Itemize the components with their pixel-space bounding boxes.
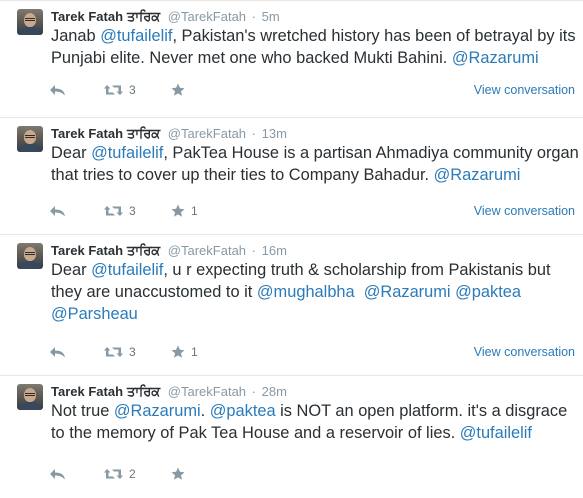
tweet-timestamp[interactable]: 13m	[262, 126, 287, 141]
mention-link[interactable]: @Razarumi	[434, 166, 521, 184]
reply-icon	[50, 469, 65, 480]
mention-link[interactable]: @tufailelif	[91, 261, 163, 279]
tweet-header: Tarek Fatah ਤਾਰਿਕ @TarekFatah · 16m	[51, 243, 287, 259]
retweet-count: 2	[129, 467, 136, 481]
tweet-timestamp[interactable]: 28m	[262, 384, 287, 399]
tweet-text-segment	[521, 283, 526, 301]
avatar[interactable]	[17, 243, 43, 269]
author-fullname[interactable]: Tarek Fatah	[51, 384, 123, 399]
tweet-text-segment	[355, 283, 364, 301]
favorite-button[interactable]	[171, 465, 191, 483]
tweet-timestamp[interactable]: 16m	[262, 243, 287, 258]
mention-link[interactable]: @mughalbha	[257, 283, 355, 301]
star-icon	[171, 83, 185, 96]
tweet-feed: Tarek Fatah ਤਾਰਿਕ @TarekFatah · 5m Janab …	[0, 0, 583, 498]
retweet-icon	[104, 469, 123, 479]
separator-dot: ·	[251, 126, 256, 141]
view-conversation-link[interactable]: View conversation	[474, 343, 575, 361]
tweet-text-segment: .	[200, 402, 210, 420]
reply-icon	[50, 85, 65, 96]
tweet[interactable]: Tarek Fatah ਤਾਰਿਕ @TarekFatah · 16m Dear …	[0, 235, 583, 376]
reply-button[interactable]	[49, 202, 66, 220]
tweet-actions: 3 1 View conversation	[49, 202, 579, 220]
author-username[interactable]: @TarekFatah	[168, 9, 246, 24]
author-fullname[interactable]: Tarek Fatah	[51, 126, 123, 141]
tweet-text: Dear @tufailelif, PakTea House is a part…	[51, 142, 579, 186]
mention-link[interactable]: @Parsheau	[51, 305, 138, 323]
tweet-actions: 3 View conversation	[49, 81, 579, 99]
retweet-button[interactable]: 2	[104, 465, 136, 483]
author-punjabi-name[interactable]: ਤਾਰਿਕ	[127, 384, 160, 399]
tweet-text-segment: Dear	[51, 144, 92, 162]
favorite-count: 1	[191, 345, 198, 359]
tweet-text-segment: Janab	[51, 27, 101, 45]
tweet[interactable]: Tarek Fatah ਤਾਰਿਕ @TarekFatah · 13m Dear …	[0, 118, 583, 235]
retweet-icon	[104, 206, 123, 216]
reply-button[interactable]	[49, 465, 66, 483]
tweet-text-segment: Not true	[51, 402, 114, 420]
retweet-count: 3	[129, 345, 136, 359]
tweet-text: Janab @tufailelif, Pakistan's wretched h…	[51, 25, 579, 69]
tweet-timestamp[interactable]: 5m	[262, 9, 280, 24]
tweet-header: Tarek Fatah ਤਾਰਿਕ @TarekFatah · 28m	[51, 384, 287, 400]
tweet-header: Tarek Fatah ਤਾਰਿਕ @TarekFatah · 13m	[51, 126, 287, 142]
mention-link[interactable]: @Razarumi	[364, 283, 451, 301]
retweet-icon	[104, 85, 123, 95]
avatar[interactable]	[17, 9, 43, 35]
favorite-button[interactable]: 1	[171, 343, 198, 361]
tweet-actions: 2	[49, 465, 579, 483]
favorite-button[interactable]	[171, 81, 191, 99]
tweet-header: Tarek Fatah ਤਾਰਿਕ @TarekFatah · 5m	[51, 9, 280, 25]
mention-link[interactable]: @tufailelif	[100, 27, 172, 45]
mention-link[interactable]: @tufailelif	[91, 144, 163, 162]
star-icon	[171, 467, 185, 480]
reply-button[interactable]	[49, 81, 66, 99]
mention-link[interactable]: @Razarumi	[114, 402, 201, 420]
reply-icon	[50, 347, 65, 358]
retweet-icon	[104, 347, 123, 357]
retweet-count: 3	[129, 204, 136, 218]
retweet-button[interactable]: 3	[104, 202, 136, 220]
view-conversation-link[interactable]: View conversation	[474, 81, 575, 99]
view-conversation-link[interactable]: View conversation	[474, 202, 575, 220]
mention-link[interactable]: @paktea	[455, 283, 521, 301]
author-fullname[interactable]: Tarek Fatah	[51, 9, 123, 24]
separator-dot: ·	[251, 384, 256, 399]
star-icon	[171, 204, 185, 217]
tweet-text-segment: Dear	[51, 261, 92, 279]
mention-link[interactable]: @Razarumi	[452, 49, 539, 67]
reply-icon	[50, 206, 65, 217]
mention-link[interactable]: @paktea	[210, 402, 276, 420]
retweet-button[interactable]: 3	[104, 343, 136, 361]
mention-link[interactable]: @tufailelif	[460, 424, 532, 442]
tweet[interactable]: Tarek Fatah ਤਾਰਿਕ @TarekFatah · 28m Not t…	[0, 376, 583, 498]
favorite-button[interactable]: 1	[171, 202, 198, 220]
avatar[interactable]	[17, 384, 43, 410]
author-punjabi-name[interactable]: ਤਾਰਿਕ	[127, 9, 160, 24]
reply-button[interactable]	[49, 343, 66, 361]
tweet-text: Dear @tufailelif, u r expecting truth & …	[51, 259, 579, 325]
retweet-button[interactable]: 3	[104, 81, 136, 99]
favorite-count: 1	[191, 204, 198, 218]
author-fullname[interactable]: Tarek Fatah	[51, 243, 123, 258]
retweet-count: 3	[129, 83, 136, 97]
author-punjabi-name[interactable]: ਤਾਰਿਕ	[127, 126, 160, 141]
tweet-text: Not true @Razarumi. @paktea is NOT an op…	[51, 400, 579, 444]
tweet-actions: 3 1 View conversation	[49, 343, 579, 361]
star-icon	[171, 345, 185, 358]
separator-dot: ·	[251, 9, 256, 24]
author-username[interactable]: @TarekFatah	[168, 126, 246, 141]
separator-dot: ·	[251, 243, 256, 258]
tweet[interactable]: Tarek Fatah ਤਾਰਿਕ @TarekFatah · 5m Janab …	[0, 1, 583, 118]
avatar[interactable]	[17, 126, 43, 152]
author-username[interactable]: @TarekFatah	[168, 384, 246, 399]
author-punjabi-name[interactable]: ਤਾਰਿਕ	[127, 243, 160, 258]
author-username[interactable]: @TarekFatah	[168, 243, 246, 258]
